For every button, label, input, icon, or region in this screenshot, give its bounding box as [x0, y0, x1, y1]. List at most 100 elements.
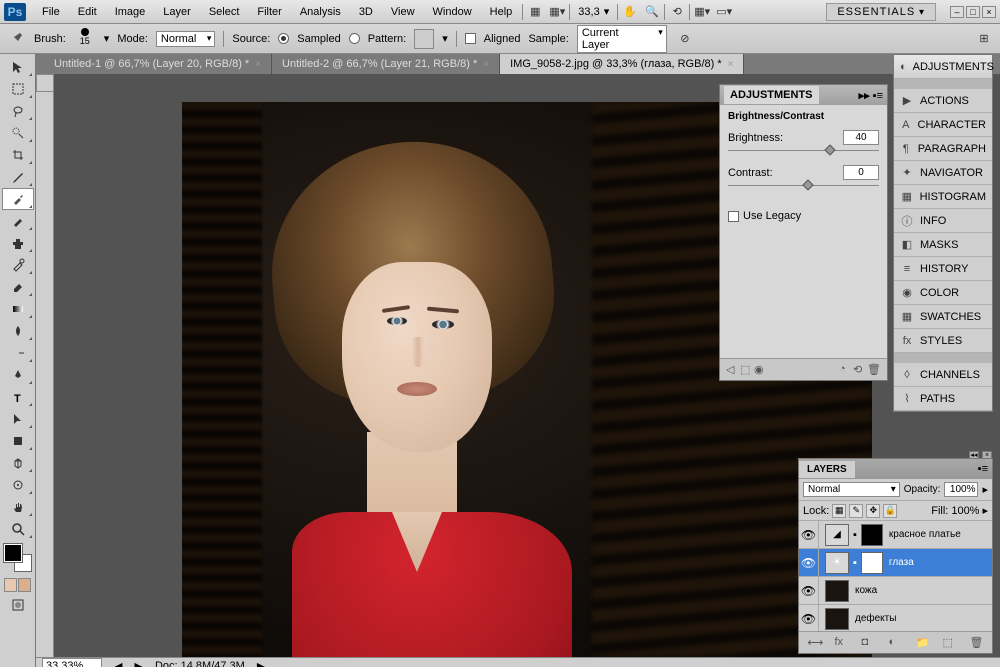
layer-row[interactable]: 👁 ☀ ▪ глаза — [799, 549, 992, 577]
layer-style-icon[interactable]: fx — [835, 636, 849, 650]
move-tool[interactable] — [2, 56, 34, 78]
fill-input[interactable]: 100% — [951, 505, 979, 517]
eyedropper-tool[interactable] — [2, 166, 34, 188]
color-swatches[interactable] — [4, 544, 32, 572]
ignore-adjustment-icon[interactable]: ⊘ — [675, 30, 695, 48]
zoom-level[interactable]: 33,3▾ — [572, 3, 615, 20]
blend-mode-select[interactable]: Normal — [803, 482, 900, 497]
layer-thumbnail[interactable] — [825, 608, 849, 630]
collapse-icon[interactable]: ◂◂ — [969, 451, 979, 459]
dock-adjustments[interactable]: ◐ADJUSTMENTS — [894, 55, 992, 79]
marquee-tool[interactable] — [2, 78, 34, 100]
close-panel-icon[interactable]: × — [982, 451, 992, 459]
view-previous-icon[interactable]: ◉ — [754, 363, 768, 377]
brightness-input[interactable] — [843, 130, 879, 145]
menu-file[interactable]: File — [34, 3, 68, 21]
return-icon[interactable]: ◁ — [726, 363, 740, 377]
panel-menu-icon[interactable]: ▸▸ ▪≡ — [859, 89, 883, 102]
menu-analysis[interactable]: Analysis — [292, 3, 349, 21]
lock-pixels-icon[interactable]: ✎ — [849, 504, 863, 518]
visibility-toggle[interactable]: 👁 — [799, 549, 819, 576]
adjustments-tab[interactable]: ADJUSTMENTS — [724, 86, 819, 104]
layer-mask[interactable] — [861, 552, 883, 574]
menu-layer[interactable]: Layer — [155, 3, 199, 21]
use-legacy-checkbox[interactable] — [728, 211, 739, 222]
launch-bridge-icon[interactable]: ▦ — [525, 3, 545, 21]
lock-position-icon[interactable]: ✥ — [866, 504, 880, 518]
opacity-input[interactable]: 100% — [944, 482, 978, 497]
visibility-toggle[interactable]: 👁 — [799, 577, 819, 604]
hand-tool-icon[interactable]: ✋ — [620, 3, 640, 21]
tool-preset-icon[interactable] — [6, 30, 26, 48]
type-tool[interactable]: T — [2, 386, 34, 408]
reset-icon[interactable]: ⟲ — [853, 363, 867, 377]
close-button[interactable]: × — [982, 6, 996, 18]
hand-tool[interactable] — [2, 496, 34, 518]
close-icon[interactable]: × — [255, 59, 261, 70]
mode-select[interactable]: Normal — [156, 31, 215, 47]
menu-filter[interactable]: Filter — [249, 3, 289, 21]
screen-mode-icon[interactable]: ▭▾ — [714, 3, 734, 21]
document-tab-3[interactable]: IMG_9058-2.jpg @ 33,3% (глаза, RGB/8) *× — [500, 54, 744, 74]
dock-paths[interactable]: ⌇PATHS — [894, 387, 992, 411]
workspace-switcher[interactable]: ESSENTIALS ▾ — [826, 3, 936, 21]
menu-view[interactable]: View — [383, 3, 423, 21]
dock-info[interactable]: ⓘINFO — [894, 209, 992, 233]
lasso-tool[interactable] — [2, 100, 34, 122]
dock-histogram[interactable]: ▦HISTOGRAM — [894, 185, 992, 209]
sampled-radio[interactable] — [278, 33, 289, 44]
arrange-documents-icon[interactable]: ▦▾ — [692, 3, 712, 21]
layer-row[interactable]: 👁 дефекты — [799, 605, 992, 631]
clip-icon[interactable]: ◔ — [839, 363, 853, 377]
dock-channels[interactable]: ◊CHANNELS — [894, 363, 992, 387]
dock-color[interactable]: ◉COLOR — [894, 281, 992, 305]
brightness-slider[interactable] — [728, 147, 879, 155]
toggle-visibility-icon[interactable]: ⬚ — [740, 363, 754, 377]
layer-thumbnail[interactable]: ☀ — [825, 552, 849, 574]
layer-row[interactable]: 👁 кожа — [799, 577, 992, 605]
dock-actions[interactable]: ▶ACTIONS — [894, 89, 992, 113]
layer-thumbnail[interactable] — [825, 580, 849, 602]
pattern-swatch[interactable] — [414, 29, 434, 49]
menu-edit[interactable]: Edit — [70, 3, 105, 21]
healing-brush-tool[interactable] — [2, 188, 34, 210]
menu-window[interactable]: Window — [425, 3, 480, 21]
history-brush-tool[interactable] — [2, 254, 34, 276]
menu-select[interactable]: Select — [201, 3, 248, 21]
layer-mask[interactable] — [861, 524, 883, 546]
new-group-icon[interactable]: 📁 — [916, 636, 930, 650]
menu-help[interactable]: Help — [482, 3, 521, 21]
3d-camera-tool[interactable] — [2, 474, 34, 496]
contrast-slider[interactable] — [728, 182, 879, 190]
sample-select[interactable]: Current Layer — [577, 25, 667, 53]
toggle-panels-icon[interactable]: ⊞ — [974, 30, 994, 48]
aligned-checkbox[interactable] — [465, 33, 476, 44]
dock-paragraph[interactable]: ¶PARAGRAPH — [894, 137, 992, 161]
delete-layer-icon[interactable]: 🗑 — [970, 636, 984, 650]
document-tab-1[interactable]: Untitled-1 @ 66,7% (Layer 20, RGB/8) *× — [44, 54, 272, 74]
dock-swatches[interactable]: ▦SWATCHES — [894, 305, 992, 329]
crop-tool[interactable] — [2, 144, 34, 166]
recent-color-1[interactable] — [4, 578, 17, 592]
ruler-origin[interactable] — [36, 74, 54, 92]
maximize-button[interactable]: □ — [966, 6, 980, 18]
add-mask-icon[interactable]: ◘ — [862, 636, 876, 650]
path-select-tool[interactable] — [2, 408, 34, 430]
pen-tool[interactable] — [2, 364, 34, 386]
minimize-button[interactable]: – — [950, 6, 964, 18]
layers-tab[interactable]: LAYERS — [799, 461, 855, 478]
dodge-tool[interactable] — [2, 342, 34, 364]
lock-all-icon[interactable]: 🔒 — [883, 504, 897, 518]
pattern-radio[interactable] — [349, 33, 360, 44]
quick-select-tool[interactable] — [2, 122, 34, 144]
ruler-vertical[interactable] — [36, 92, 54, 657]
menu-3d[interactable]: 3D — [351, 3, 381, 21]
layer-thumbnail[interactable]: ◢ — [825, 524, 849, 546]
3d-tool[interactable] — [2, 452, 34, 474]
contrast-input[interactable] — [843, 165, 879, 180]
zoom-tool-tb[interactable] — [2, 518, 34, 540]
close-icon[interactable]: × — [483, 59, 489, 70]
dock-character[interactable]: ACHARACTER — [894, 113, 992, 137]
visibility-toggle[interactable]: 👁 — [799, 605, 819, 631]
eraser-tool[interactable] — [2, 276, 34, 298]
